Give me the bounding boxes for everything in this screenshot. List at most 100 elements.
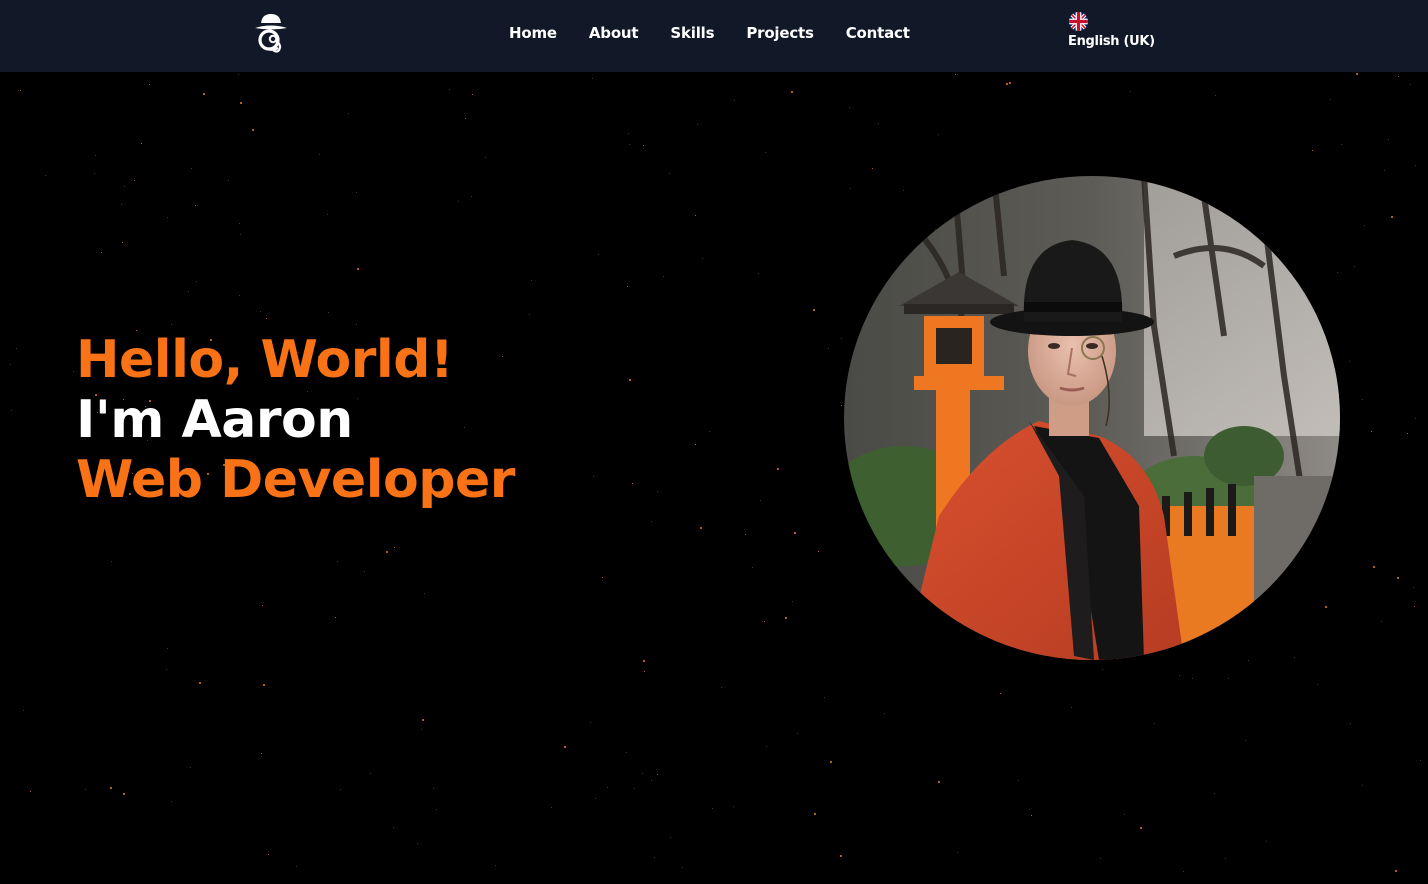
star-dot (814, 813, 816, 815)
star-dot (709, 431, 710, 432)
star-dot (1029, 809, 1030, 810)
uk-flag-icon (1069, 12, 1088, 31)
star-dot (777, 468, 779, 470)
star-dot (700, 527, 702, 529)
star-dot (422, 719, 424, 721)
star-dot (1124, 814, 1125, 815)
star-dot (94, 173, 95, 174)
star-dot (1362, 399, 1363, 400)
star-dot (1000, 693, 1001, 694)
star-dot (657, 774, 658, 775)
language-label: English (UK) (1068, 34, 1155, 49)
nav-projects-link[interactable]: Projects (746, 24, 814, 42)
star-dot (260, 311, 261, 312)
star-dot (196, 281, 197, 282)
star-dot (1140, 827, 1142, 829)
star-dot (23, 710, 24, 711)
hero-heading: Hello, World! I'm Aaron Web Developer (76, 330, 676, 510)
star-dot (644, 671, 645, 672)
page: Home About Skills Projects Contact Engli… (0, 0, 1428, 884)
star-dot (1362, 785, 1363, 786)
star-dot (670, 837, 671, 838)
star-dot (642, 773, 643, 774)
star-dot (712, 808, 713, 809)
star-dot (595, 798, 596, 799)
nav-skills-link[interactable]: Skills (670, 24, 714, 42)
star-dot (697, 124, 698, 125)
star-dot (938, 781, 940, 783)
star-dot (335, 617, 336, 618)
star-dot (195, 205, 196, 206)
nav-about-link[interactable]: About (589, 24, 639, 42)
star-dot (356, 324, 357, 325)
star-dot (252, 129, 254, 131)
star-dot (1391, 216, 1393, 218)
star-dot (228, 180, 229, 181)
star-dot (190, 767, 191, 768)
star-dot (30, 791, 31, 792)
star-dot (758, 273, 759, 274)
star-dot (465, 118, 466, 119)
star-dot (73, 371, 74, 372)
star-dot (1341, 144, 1342, 145)
star-dot (629, 144, 630, 145)
star-dot (663, 276, 664, 277)
star-dot (199, 682, 201, 684)
star-dot (1350, 723, 1351, 724)
star-dot (421, 729, 422, 730)
star-dot (121, 204, 122, 205)
nav-home-link[interactable]: Home (509, 24, 557, 42)
star-dot (1388, 139, 1389, 140)
star-dot (957, 852, 958, 853)
star-dot (531, 280, 532, 281)
star-dot (764, 621, 765, 622)
star-dot (884, 713, 885, 714)
star-dot (602, 577, 603, 578)
star-dot (1018, 780, 1019, 781)
star-dot (1410, 84, 1411, 85)
bowler-hat-logo-icon[interactable] (252, 12, 290, 54)
star-dot (110, 787, 112, 789)
star-dot (721, 687, 722, 688)
star-dot (266, 318, 267, 319)
star-dot (337, 561, 338, 562)
star-dot (830, 761, 832, 763)
star-dot (1266, 841, 1267, 842)
language-selector[interactable]: English (UK) (1068, 12, 1158, 56)
star-dot (626, 752, 627, 753)
star-dot (1102, 669, 1103, 670)
nav-contact-link[interactable]: Contact (846, 24, 910, 42)
star-dot (1356, 73, 1358, 75)
star-dot (238, 74, 239, 75)
star-dot (529, 314, 530, 315)
star-dot (797, 733, 798, 734)
hero-role: Web Developer (76, 450, 515, 510)
star-dot (101, 252, 102, 253)
star-dot (167, 648, 168, 649)
star-dot (643, 145, 644, 146)
star-dot (141, 143, 142, 144)
star-dot (328, 312, 329, 313)
star-dot (1215, 95, 1216, 96)
star-dot (1294, 657, 1295, 658)
star-dot (1395, 870, 1397, 872)
star-dot (792, 601, 793, 602)
star-dot (1414, 606, 1415, 607)
star-dot (1371, 431, 1372, 432)
star-dot (433, 788, 434, 789)
star-dot (449, 89, 450, 90)
star-dot (1009, 82, 1011, 84)
star-dot (1225, 858, 1226, 859)
star-dot (239, 223, 240, 224)
star-dot (938, 134, 939, 135)
star-dot (394, 547, 395, 548)
star-dot (471, 196, 472, 197)
star-dot (1407, 433, 1408, 434)
star-dot (765, 152, 766, 153)
star-dot (551, 807, 552, 808)
star-dot (1397, 577, 1399, 579)
star-dot (296, 866, 297, 867)
star-dot (669, 173, 670, 174)
star-dot (1031, 815, 1032, 816)
star-dot (760, 500, 761, 501)
